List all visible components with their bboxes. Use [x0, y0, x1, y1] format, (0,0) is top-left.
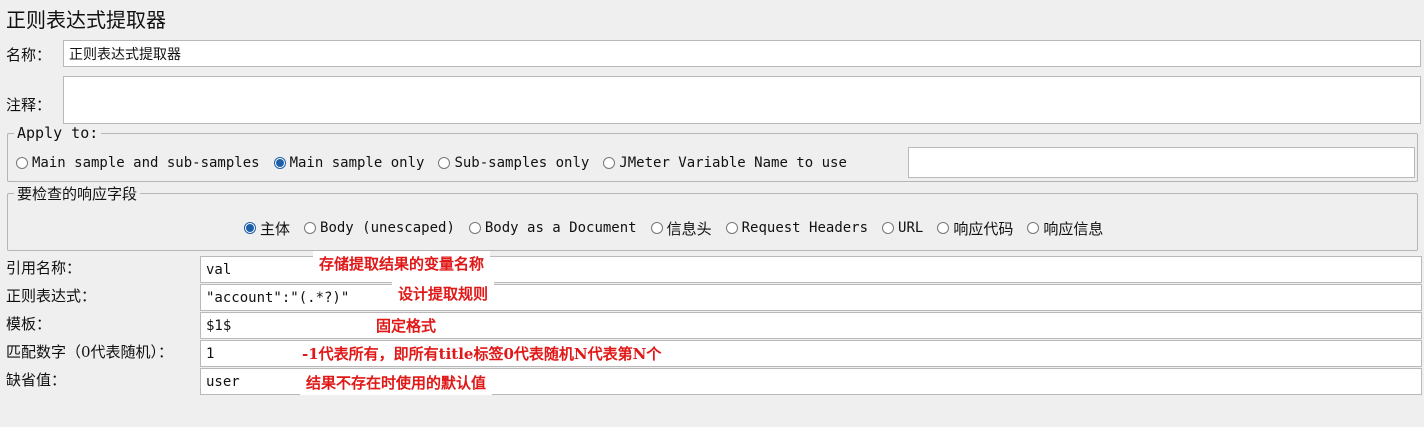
- radio-button-icon[interactable]: [937, 222, 950, 234]
- radio-body-as-document[interactable]: Body as a Document: [468, 220, 637, 236]
- radio-label: Main sample only: [289, 155, 425, 171]
- radio-label: Request Headers: [741, 220, 869, 236]
- field-to-check-legend: 要检查的响应字段: [17, 185, 138, 203]
- radio-label: 主体: [260, 219, 291, 238]
- name-field[interactable]: 正则表达式提取器: [63, 40, 1421, 67]
- field-to-check-options: 主体 Body (unescaped) Body as a Document 信…: [244, 216, 1117, 240]
- radio-label: 响应代码: [953, 219, 1014, 238]
- panel-title: 正则表达式提取器: [6, 8, 166, 32]
- radio-label: Body as a Document: [484, 220, 637, 236]
- radio-label: 响应信息: [1043, 219, 1104, 238]
- annotation-variable-name: 存储提取结果的变量名称: [313, 251, 491, 276]
- radio-label: 信息头: [666, 219, 712, 238]
- radio-url[interactable]: URL: [882, 220, 923, 236]
- radio-headers[interactable]: 信息头: [650, 218, 712, 239]
- apply-to-legend: Apply to:: [17, 124, 99, 142]
- regex-field[interactable]: "account":"(.*?)": [200, 284, 1422, 311]
- regex-label: 正则表达式：: [6, 287, 97, 305]
- radio-response-code[interactable]: 响应代码: [937, 218, 1013, 239]
- radio-request-headers[interactable]: Request Headers: [725, 220, 869, 236]
- annotation-fixed-format: 固定格式: [370, 313, 443, 338]
- reference-name-label: 引用名称：: [6, 259, 82, 277]
- jmeter-variable-input[interactable]: [908, 147, 1415, 178]
- radio-button-icon[interactable]: [1027, 222, 1040, 234]
- radio-button-icon[interactable]: [882, 222, 895, 234]
- annotation-match-number: -1代表所有，即所有title标签0代表随机N代表第N个: [296, 341, 668, 366]
- radio-button-selected-icon[interactable]: [244, 222, 256, 234]
- comment-field[interactable]: [63, 76, 1421, 124]
- comment-label: 注释：: [6, 96, 52, 114]
- radio-button-selected-icon[interactable]: [273, 157, 286, 169]
- radio-button-icon[interactable]: [304, 222, 317, 234]
- radio-body-unescaped[interactable]: Body (unescaped): [304, 220, 455, 236]
- default-value-label: 缺省值：: [6, 371, 67, 389]
- radio-main-only[interactable]: Main sample only: [273, 155, 425, 171]
- radio-label: Body (unescaped): [320, 220, 455, 236]
- apply-to-options: Main sample and sub-samples Main sample …: [16, 147, 855, 179]
- radio-button-icon[interactable]: [16, 157, 28, 169]
- radio-main-and-sub[interactable]: Main sample and sub-samples: [16, 155, 260, 171]
- name-label: 名称：: [6, 46, 52, 64]
- radio-sub-only[interactable]: Sub-samples only: [438, 155, 589, 171]
- radio-label: JMeter Variable Name to use: [619, 155, 847, 171]
- radio-button-icon[interactable]: [468, 222, 481, 234]
- radio-jmeter-variable[interactable]: JMeter Variable Name to use: [603, 155, 847, 171]
- radio-button-icon[interactable]: [603, 157, 616, 169]
- radio-button-icon[interactable]: [725, 222, 738, 234]
- radio-response-message[interactable]: 响应信息: [1027, 218, 1103, 239]
- radio-label: URL: [898, 220, 924, 236]
- template-label: 模板：: [6, 315, 52, 333]
- radio-button-icon[interactable]: [438, 157, 451, 169]
- annotation-default-value: 结果不存在时使用的默认值: [300, 370, 493, 395]
- radio-label: Main sample and sub-samples: [32, 155, 260, 171]
- match-number-label: 匹配数字（0代表随机）：: [6, 343, 174, 361]
- radio-body[interactable]: 主体: [244, 218, 290, 239]
- radio-button-icon[interactable]: [650, 222, 663, 234]
- annotation-extraction-rule: 设计提取规则: [392, 281, 495, 306]
- radio-label: Sub-samples only: [454, 155, 590, 171]
